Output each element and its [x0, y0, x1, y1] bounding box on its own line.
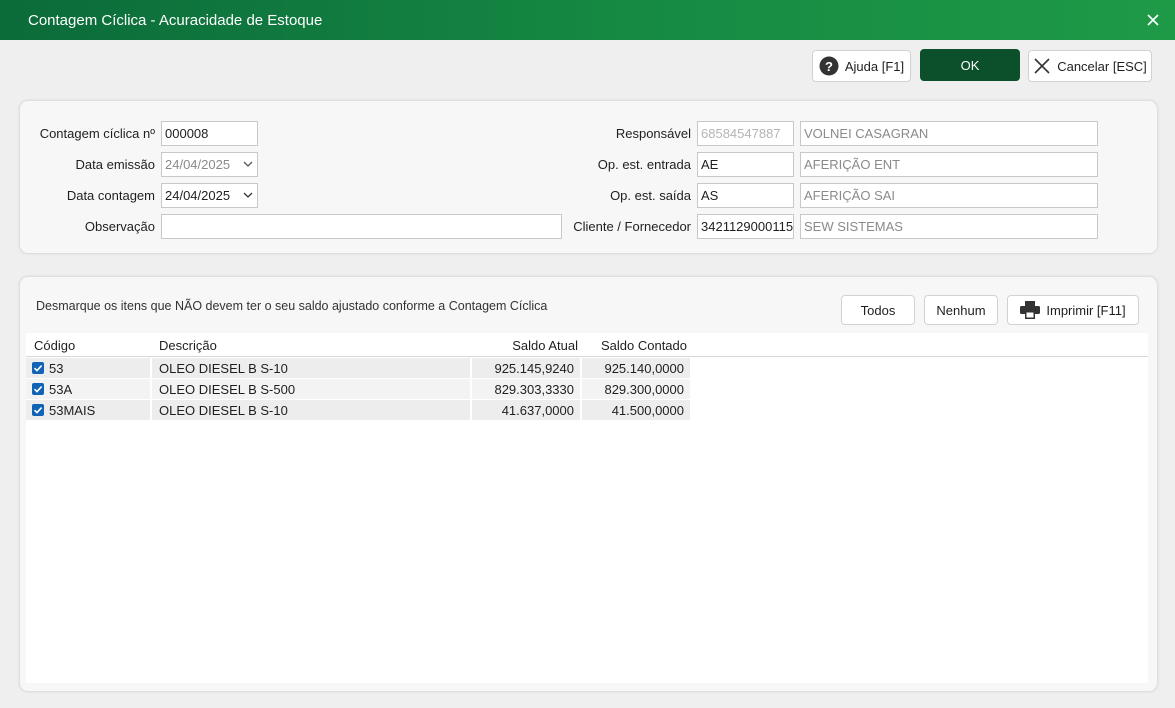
ok-button[interactable]: OK	[920, 49, 1020, 81]
client-label: Cliente / Fornecedor	[573, 219, 691, 234]
current-balance-cell: 829.303,3330	[472, 379, 580, 399]
table-row[interactable]: 53 OLEO DIESEL B S-10 925.145,9240 925.1…	[26, 358, 691, 378]
code-value: 53	[49, 361, 64, 376]
exit-op-name-field: AFERIÇÃO SAI	[800, 183, 1098, 208]
checkbox[interactable]	[32, 404, 44, 416]
count-number-label: Contagem cíclica nº	[39, 126, 155, 141]
chevron-down-icon	[243, 161, 253, 167]
issue-date-value: 24/04/2025	[165, 157, 231, 172]
column-header-counted-balance: Saldo Contado	[600, 338, 687, 353]
count-date-picker[interactable]: 24/04/2025	[161, 183, 258, 208]
select-all-button[interactable]: Todos	[841, 295, 915, 325]
description-cell: OLEO DIESEL B S-500	[152, 379, 470, 399]
printer-icon	[1020, 301, 1041, 319]
description-cell: OLEO DIESEL B S-10	[152, 358, 470, 378]
svg-text:?: ?	[825, 59, 833, 74]
entry-op-name-field: AFERIÇÃO ENT	[800, 152, 1098, 177]
close-icon	[1033, 57, 1051, 75]
checkmark-icon	[33, 365, 43, 372]
responsible-code-input[interactable]: 68584547887	[697, 121, 794, 146]
code-cell: 53	[26, 358, 150, 378]
help-icon: ?	[819, 56, 839, 76]
description-cell: OLEO DIESEL B S-10	[152, 400, 470, 420]
code-value: 53MAIS	[49, 403, 96, 418]
column-header-code: Código	[34, 338, 76, 353]
table-row[interactable]: 53A OLEO DIESEL B S-500 829.303,3330 829…	[26, 379, 691, 399]
select-none-button[interactable]: Nenhum	[924, 295, 998, 325]
responsible-label: Responsável	[615, 126, 691, 141]
count-date-label: Data contagem	[66, 188, 155, 203]
code-cell: 53A	[26, 379, 150, 399]
code-cell: 53MAIS	[26, 400, 150, 420]
cancel-button-label: Cancelar [ESC]	[1057, 58, 1147, 74]
count-date-value: 24/04/2025	[165, 188, 231, 203]
print-button[interactable]: Imprimir [F11]	[1007, 295, 1139, 325]
entry-op-label: Op. est. entrada	[597, 157, 691, 172]
checkbox[interactable]	[32, 362, 44, 374]
items-table: Código Descrição Saldo Atual Saldo Conta…	[26, 333, 1148, 683]
help-button-label: Ajuda [F1]	[844, 58, 905, 74]
window-title: Contagem Cíclica - Acuracidade de Estoqu…	[28, 12, 323, 29]
checkbox[interactable]	[32, 383, 44, 395]
current-balance-cell: 925.145,9240	[472, 358, 580, 378]
items-panel: Desmarque os itens que NÃO devem ter o s…	[20, 277, 1157, 691]
counted-balance-cell: 925.140,0000	[582, 358, 690, 378]
chevron-down-icon	[243, 192, 253, 198]
checkmark-icon	[33, 386, 43, 393]
column-header-current-balance: Saldo Atual	[512, 338, 578, 353]
counted-balance-cell: 41.500,0000	[582, 400, 690, 420]
count-number-input[interactable]: 000008	[161, 121, 258, 146]
table-row[interactable]: 53MAIS OLEO DIESEL B S-10 41.637,0000 41…	[26, 400, 691, 420]
header-panel: Contagem cíclica nº 000008 Data emissão …	[20, 101, 1157, 253]
exit-op-label: Op. est. saída	[610, 188, 691, 203]
responsible-name-field: VOLNEI CASAGRAN	[800, 121, 1098, 146]
instructions-text: Desmarque os itens que NÃO devem ter o s…	[36, 299, 548, 313]
counted-balance-cell: 829.300,0000	[582, 379, 690, 399]
observation-label: Observação	[84, 219, 155, 234]
client-code-input[interactable]: 34211290001155	[697, 214, 794, 239]
issue-date-picker[interactable]: 24/04/2025	[161, 152, 258, 177]
code-value: 53A	[49, 382, 73, 397]
close-icon[interactable]	[1141, 8, 1165, 32]
cancel-button[interactable]: Cancelar [ESC]	[1028, 50, 1152, 82]
current-balance-cell: 41.637,0000	[472, 400, 580, 420]
column-header-description: Descrição	[159, 338, 217, 353]
client-name-field: SEW SISTEMAS	[800, 214, 1098, 239]
help-button[interactable]: ? Ajuda [F1]	[812, 50, 911, 82]
title-bar: Contagem Cíclica - Acuracidade de Estoqu…	[0, 0, 1175, 40]
exit-op-code-input[interactable]: AS	[697, 183, 794, 208]
checkmark-icon	[33, 407, 43, 414]
header-divider	[26, 356, 1148, 357]
issue-date-label: Data emissão	[75, 157, 155, 172]
print-button-label: Imprimir [F11]	[1046, 302, 1126, 318]
observation-input[interactable]	[161, 214, 562, 239]
entry-op-code-input[interactable]: AE	[697, 152, 794, 177]
